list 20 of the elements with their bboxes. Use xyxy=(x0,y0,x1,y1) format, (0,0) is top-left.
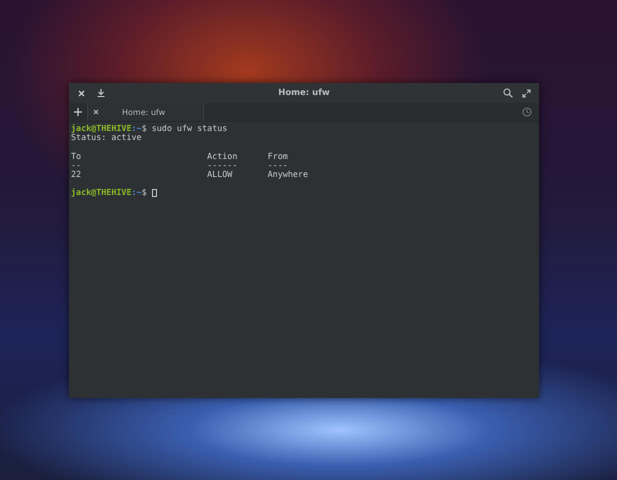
prompt-path: :~ xyxy=(132,188,142,198)
close-icon xyxy=(78,90,85,96)
command-text: $ xyxy=(142,188,148,198)
output-text: To Action From xyxy=(71,152,288,161)
output-text: Status: active xyxy=(71,133,142,142)
prompt-path: :~ xyxy=(132,124,142,134)
output-text: 22 ALLOW Anywhere xyxy=(71,170,308,180)
expand-icon xyxy=(522,88,531,98)
terminal-tab[interactable]: Home: ufw xyxy=(88,103,204,121)
prompt-user: jack@THEHIVE xyxy=(71,124,132,134)
plus-icon xyxy=(74,108,82,116)
search-icon xyxy=(502,88,512,98)
tab-label: Home: ufw xyxy=(122,108,166,116)
prompt-user: jack@THEHIVE xyxy=(71,188,132,198)
command-text: $ sudo ufw status xyxy=(142,124,228,134)
window-title: Home: ufw xyxy=(277,88,331,98)
output-text: -- ------ ---- xyxy=(71,160,288,170)
download-icon xyxy=(96,89,104,97)
history-icon[interactable] xyxy=(522,107,532,117)
close-icon[interactable] xyxy=(93,109,99,115)
